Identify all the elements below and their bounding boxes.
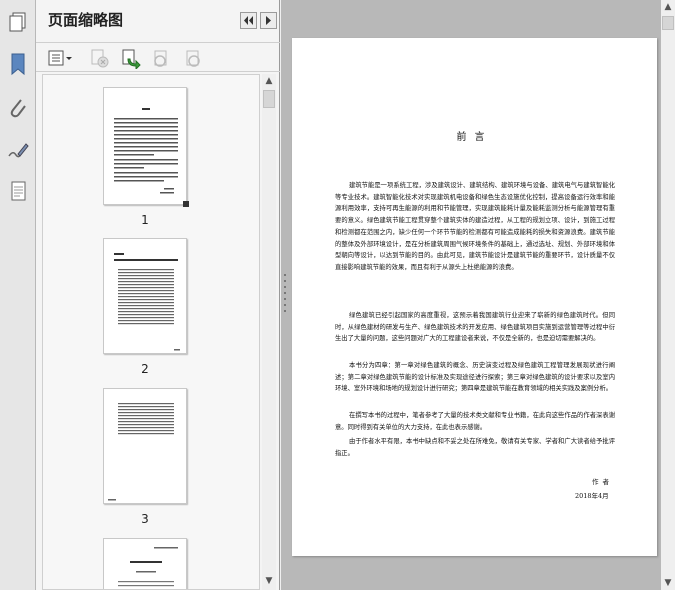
scroll-up-icon[interactable]: ▲ (262, 74, 276, 88)
signature-icon[interactable] (4, 136, 32, 168)
redo-icon[interactable] (182, 47, 204, 69)
thumbnail-image (103, 87, 187, 205)
panel-title: 页面缩略图 (48, 11, 124, 29)
thumbnail-scrollbar[interactable]: ▲ ▼ (262, 74, 276, 590)
thumbnail-list[interactable]: 1 2 3 (42, 74, 260, 590)
scroll-up-icon[interactable]: ▲ (661, 0, 675, 14)
scroll-thumb[interactable] (263, 90, 275, 108)
scroll-down-icon[interactable]: ▼ (661, 576, 675, 590)
panel-header: 页面缩略图 (36, 0, 280, 40)
layers-icon[interactable] (4, 178, 32, 210)
navigation-bar (0, 0, 36, 590)
paragraph-5: 由于作者水平有限，本书中缺点和不妥之处在所难免，敬请有关专家、学者和广大读者给予… (335, 438, 615, 457)
thumbnail-label: 2 (141, 362, 149, 376)
scroll-down-icon[interactable]: ▼ (262, 574, 276, 588)
document-scrollbar[interactable]: ▲ ▼ (661, 0, 675, 590)
thumbnail-image (103, 538, 187, 589)
thumbnail-panel: 页面缩略图 1 2 3 ▲ ▼ (36, 0, 280, 590)
scroll-thumb[interactable] (662, 16, 674, 30)
paragraph-1: 建筑节能是一项系统工程，涉及建筑设计、建筑结构、建筑环境与设备、建筑电气与建筑智… (335, 182, 615, 271)
copy-pages-icon[interactable] (4, 8, 32, 40)
attachment-icon[interactable] (4, 94, 32, 126)
collapse-left-icon[interactable] (240, 12, 257, 29)
panel-splitter-handle[interactable] (283, 272, 287, 318)
paragraph-4: 在撰写本书的过程中，笔者参考了大量的技术类文献和专业书籍，在此向这些作品的作者深… (335, 412, 615, 431)
thumbnail-label: 1 (141, 213, 149, 227)
page-heading: 前言 (456, 132, 493, 143)
undo-icon[interactable] (150, 47, 172, 69)
insert-page-icon[interactable] (120, 47, 142, 71)
paragraph-3: 本书分为四章：第一章对绿色建筑的概念、历史演变过程及绿色建筑工程管理发展现状进行… (335, 362, 615, 393)
thumbnail-label: 3 (141, 512, 149, 526)
bookmark-icon[interactable] (4, 50, 32, 82)
preface-date: 2018年4月 (575, 492, 609, 500)
page-resize-handle[interactable] (183, 201, 189, 207)
thumbnail-options-icon[interactable] (46, 47, 74, 69)
document-page[interactable]: 前言 建筑节能是一项系统工程，涉及建筑设计、建筑结构、建筑环境与设备、建筑电气与… (292, 38, 657, 556)
delete-page-icon[interactable] (88, 47, 110, 69)
author-signature: 作者 (592, 478, 613, 486)
thumbnail-image (103, 388, 187, 504)
thumbnail-image (103, 238, 187, 354)
thumbnail-toolbar (36, 42, 280, 72)
paragraph-2: 绿色建筑已经引起国家的高度重视，这预示着我国建筑行业迎来了崭新的绿色建筑时代。但… (335, 312, 615, 343)
expand-right-icon[interactable] (260, 12, 277, 29)
